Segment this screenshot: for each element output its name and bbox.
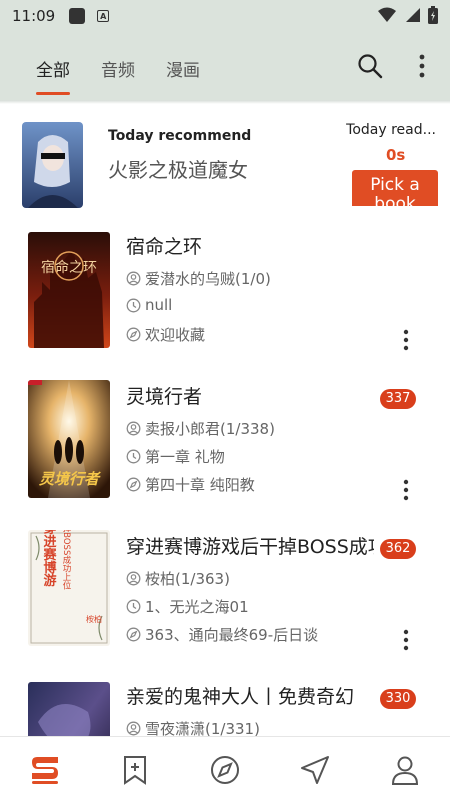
wifi-icon	[378, 7, 396, 22]
user-icon	[126, 721, 141, 736]
book-more-icon[interactable]	[396, 478, 416, 502]
today-recommend-card[interactable]: Today recommend 火影之极道魔女 Today read... 0s…	[0, 112, 450, 216]
recommend-cover-image[interactable]	[22, 122, 83, 208]
book-title: 穿进赛博游戏后干掉BOSS成功上位	[126, 536, 374, 558]
cover-title-text: 宿命之环	[41, 259, 97, 276]
book-author: 雪夜潇潇(1/331)	[145, 720, 260, 736]
book-lastread-row: 363、通向最终69-后日谈	[126, 624, 318, 645]
book-item[interactable]: 宿命之环 宿命之环 爱潜水的乌贼(1/0) null 欢迎收藏	[0, 218, 450, 368]
book-lastread-row: 第四十章 纯阳教	[126, 474, 255, 495]
book-author-row: 雪夜潇潇(1/331)	[126, 718, 260, 736]
bookmark-add-icon[interactable]	[118, 753, 152, 787]
unread-count-badge: 362	[380, 539, 416, 559]
recommend-title[interactable]: 火影之极道魔女	[108, 154, 248, 183]
status-bar: 11:09 A	[0, 0, 450, 32]
user-icon	[126, 421, 141, 436]
book-lastread-row: 欢迎收藏	[126, 324, 205, 345]
top-bar: 全部 音频 漫画	[0, 32, 450, 100]
bookshelf-icon[interactable]	[28, 753, 62, 787]
compass-icon	[126, 627, 141, 642]
profile-icon[interactable]	[388, 753, 422, 787]
clock-icon	[126, 599, 141, 614]
book-item[interactable]: 亲爱的鬼神大人丨免费奇幻 330 雪夜潇潇(1/331)	[0, 668, 450, 736]
book-title: 宿命之环	[126, 236, 203, 258]
book-more-icon[interactable]	[396, 628, 416, 652]
book-latest-row: null	[126, 296, 172, 314]
more-vert-icon[interactable]	[412, 52, 432, 80]
signal-icon	[406, 8, 420, 22]
status-time: 11:09	[12, 7, 56, 25]
compass-icon	[126, 477, 141, 492]
book-title: 灵境行者	[126, 386, 203, 408]
book-author-row: 桉柏(1/363)	[126, 568, 230, 589]
tab-audio[interactable]: 音频	[101, 56, 135, 81]
header-divider	[0, 100, 450, 104]
cover-title-text: 穿进赛博游	[41, 530, 58, 588]
compass-icon	[126, 327, 141, 342]
today-read-label: Today read...	[346, 122, 436, 138]
user-icon	[126, 571, 141, 586]
book-cover-image[interactable]	[28, 682, 110, 736]
send-icon[interactable]	[298, 753, 332, 787]
book-latest-row: 1、无光之海01	[126, 596, 249, 617]
app-notification-icon	[69, 8, 86, 24]
unread-count-badge: 330	[380, 689, 416, 709]
cover-title-text: 灵境行者	[38, 470, 101, 488]
book-author: 桉柏(1/363)	[145, 570, 230, 588]
clock-icon	[126, 298, 141, 312]
cover-author-text: 桉柏	[86, 614, 102, 624]
cover-subtitle-text: 后干掉BOSS成功上位	[61, 530, 71, 589]
a-icon: A	[97, 10, 110, 22]
book-last-read: 欢迎收藏	[145, 326, 206, 344]
book-cover-image[interactable]: 灵境行者	[28, 380, 110, 498]
book-author-row: 卖报小郎君(1/338)	[126, 418, 275, 439]
book-author: 卖报小郎君(1/338)	[145, 420, 275, 438]
battery-icon	[428, 6, 438, 24]
book-latest-chapter: null	[145, 296, 173, 314]
book-item[interactable]: 灵境行者 灵境行者 337 卖报小郎君(1/338) 第一章 礼物 第四十章 纯…	[0, 368, 450, 518]
book-latest-chapter: 1、无光之海01	[145, 598, 249, 616]
book-latest-row: 第一章 礼物	[126, 446, 225, 467]
active-tab-indicator	[36, 92, 70, 95]
book-last-read: 第四十章 纯阳教	[145, 476, 255, 494]
bottom-navigation	[0, 736, 450, 800]
tab-all[interactable]: 全部	[36, 56, 70, 81]
user-icon	[126, 271, 141, 286]
book-author-row: 爱潜水的乌贼(1/0)	[126, 268, 271, 289]
unread-count-badge: 337	[380, 389, 416, 409]
clock-icon	[126, 449, 141, 464]
book-author: 爱潜水的乌贼(1/0)	[145, 270, 271, 288]
book-latest-chapter: 第一章 礼物	[145, 448, 225, 466]
search-icon[interactable]	[356, 52, 384, 80]
book-more-icon[interactable]	[396, 328, 416, 352]
book-cover-image[interactable]: 宿命之环	[28, 232, 110, 348]
today-read-value: 0s	[386, 146, 406, 164]
book-item[interactable]: 穿进赛博游 后干掉BOSS成功上位 桉柏 穿进赛博游戏后干掉BOSS成功上位 3…	[0, 518, 450, 668]
book-cover-image[interactable]: 穿进赛博游 后干掉BOSS成功上位 桉柏	[28, 530, 110, 646]
book-title: 亲爱的鬼神大人丨免费奇幻	[126, 686, 355, 708]
tab-comic[interactable]: 漫画	[166, 56, 200, 81]
pick-a-book-button[interactable]: Pick a book	[352, 170, 438, 206]
recommend-label: Today recommend	[108, 128, 252, 144]
explore-icon[interactable]	[208, 753, 242, 787]
book-last-read: 363、通向最终69-后日谈	[145, 626, 319, 644]
